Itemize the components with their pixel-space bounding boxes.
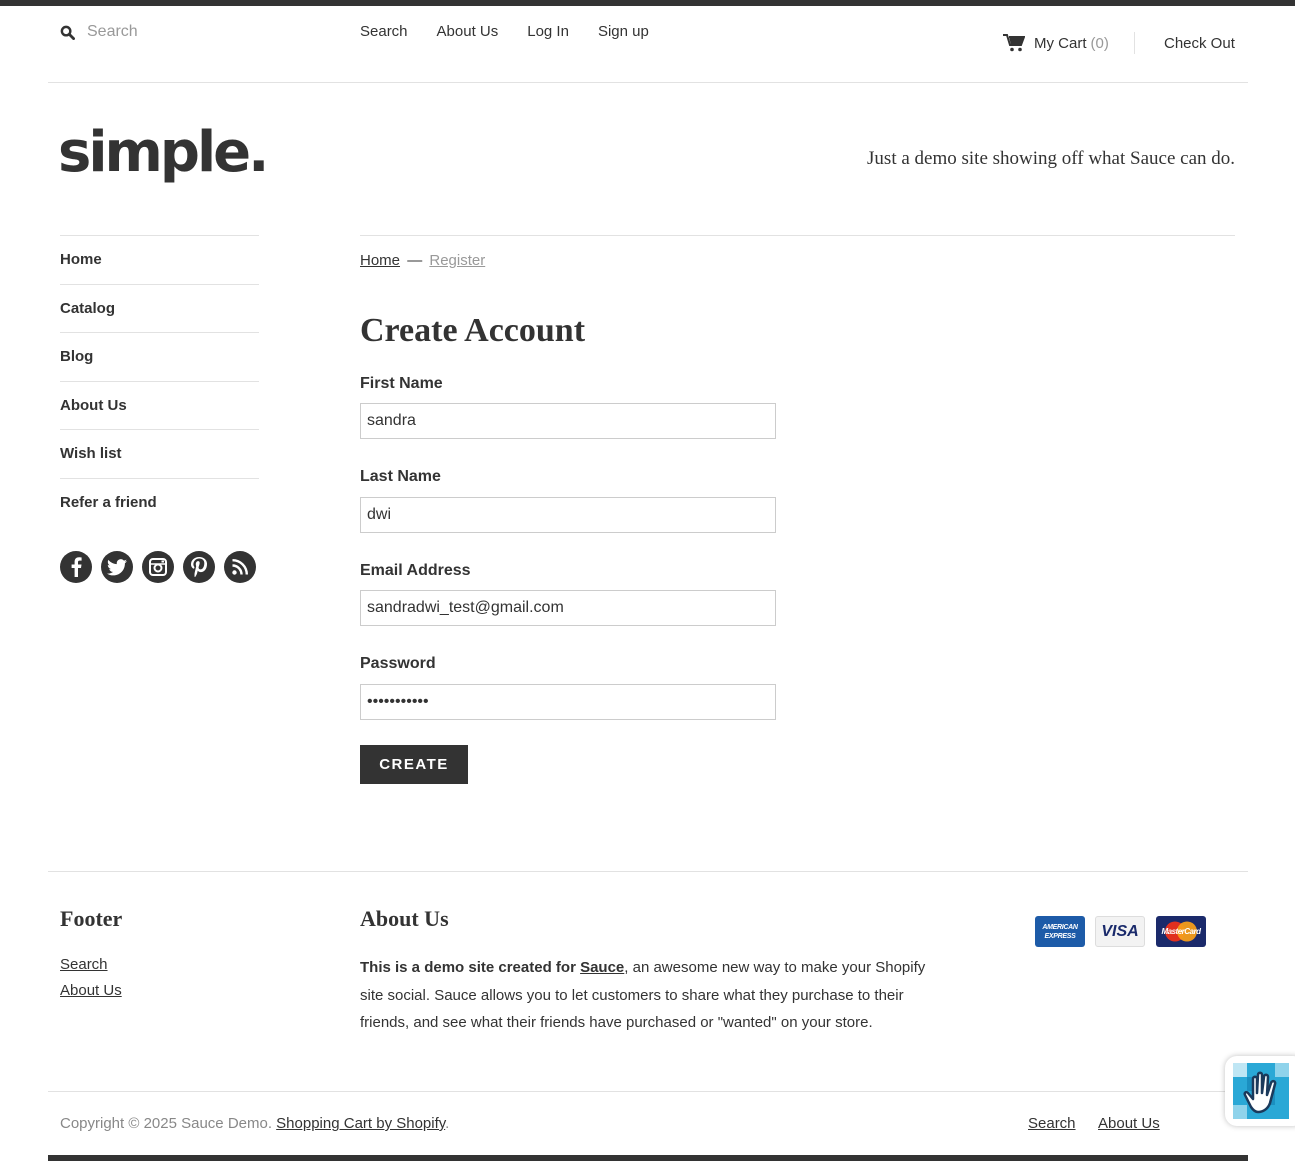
- copyright: Copyright © 2025 Sauce Demo. Shopping Ca…: [60, 1115, 449, 1132]
- email-label: Email Address: [360, 562, 471, 579]
- rss-icon[interactable]: [224, 551, 256, 583]
- footer-about-text: This is a demo site created for Sauce, a…: [360, 954, 940, 1037]
- sidebar-item-about-us[interactable]: About Us: [60, 380, 259, 430]
- pinterest-icon[interactable]: [183, 551, 215, 583]
- breadcrumb-register[interactable]: Register: [429, 252, 485, 269]
- bottom-divider: [48, 1091, 1248, 1092]
- cart-icon: [1003, 34, 1025, 52]
- footer-link-about-us[interactable]: About Us: [60, 982, 122, 999]
- bottom-link-search[interactable]: Search: [1028, 1115, 1076, 1132]
- bottom-bar: [48, 1155, 1248, 1161]
- hand-icon: [1233, 1063, 1289, 1119]
- shopify-link[interactable]: Shopping Cart by Shopify: [276, 1115, 445, 1132]
- topnav-search[interactable]: Search: [360, 23, 408, 40]
- header-divider: [48, 82, 1248, 83]
- sauce-link[interactable]: Sauce: [580, 959, 624, 976]
- footer-link-search[interactable]: Search: [60, 956, 108, 973]
- breadcrumb: Home — Register: [360, 252, 485, 269]
- footer-heading: Footer: [60, 906, 123, 931]
- accessibility-widget-button[interactable]: [1225, 1056, 1295, 1126]
- topnav-log-in[interactable]: Log In: [527, 23, 569, 40]
- password-label: Password: [360, 655, 436, 672]
- site-logo[interactable]: simple.: [58, 118, 269, 188]
- site-tagline: Just a demo site showing off what Sauce …: [867, 148, 1235, 169]
- sidebar-item-blog[interactable]: Blog: [60, 332, 259, 381]
- last-name-label: Last Name: [360, 468, 441, 485]
- sidebar-item-home[interactable]: Home: [60, 235, 259, 284]
- email-field[interactable]: [360, 590, 776, 626]
- search-input[interactable]: [87, 23, 287, 41]
- cart-label: My Cart: [1034, 34, 1087, 52]
- cart-divider: [1134, 32, 1135, 54]
- sidebar-nav: Home Catalog Blog About Us Wish list Ref…: [60, 235, 259, 527]
- checkout-link[interactable]: Check Out: [1164, 35, 1235, 52]
- copyright-period: .: [445, 1115, 450, 1132]
- top-bar: [0, 0, 1295, 6]
- content-divider: [360, 235, 1235, 236]
- copyright-text: Copyright © 2025 Sauce Demo.: [60, 1115, 272, 1132]
- first-name-label: First Name: [360, 375, 443, 392]
- mastercard-card-icon: MasterCard: [1156, 916, 1206, 947]
- footer-about-heading: About Us: [360, 906, 449, 931]
- topnav-about-us[interactable]: About Us: [437, 23, 499, 40]
- footer-about-intro: This is a demo site created for: [360, 959, 576, 976]
- cart-count: (0): [1090, 34, 1109, 52]
- sidebar-item-catalog[interactable]: Catalog: [60, 283, 259, 333]
- sidebar-item-refer-a-friend[interactable]: Refer a friend: [60, 477, 259, 527]
- facebook-icon[interactable]: [60, 551, 92, 583]
- instagram-icon[interactable]: [142, 551, 174, 583]
- amex-card-icon: AMERICAN EXPRESS: [1035, 916, 1085, 947]
- visa-card-icon: VISA: [1095, 916, 1145, 947]
- social-links: [60, 551, 256, 583]
- sidebar-item-wish-list[interactable]: Wish list: [60, 429, 259, 478]
- breadcrumb-home[interactable]: Home: [360, 252, 400, 269]
- page-title: Create Account: [360, 312, 586, 349]
- create-button[interactable]: CREATE: [360, 745, 468, 784]
- top-nav: Search About Us Log In Sign up: [360, 23, 649, 40]
- twitter-icon[interactable]: [101, 551, 133, 583]
- password-field[interactable]: [360, 684, 776, 720]
- breadcrumb-separator: —: [407, 252, 423, 269]
- bottom-link-about-us[interactable]: About Us: [1098, 1115, 1160, 1132]
- header-search: [60, 21, 287, 43]
- first-name-field[interactable]: [360, 403, 776, 439]
- my-cart-link[interactable]: My Cart (0): [1003, 34, 1109, 52]
- last-name-field[interactable]: [360, 497, 776, 533]
- topnav-sign-up[interactable]: Sign up: [598, 23, 649, 40]
- footer-divider: [48, 871, 1248, 872]
- search-icon[interactable]: [60, 25, 75, 40]
